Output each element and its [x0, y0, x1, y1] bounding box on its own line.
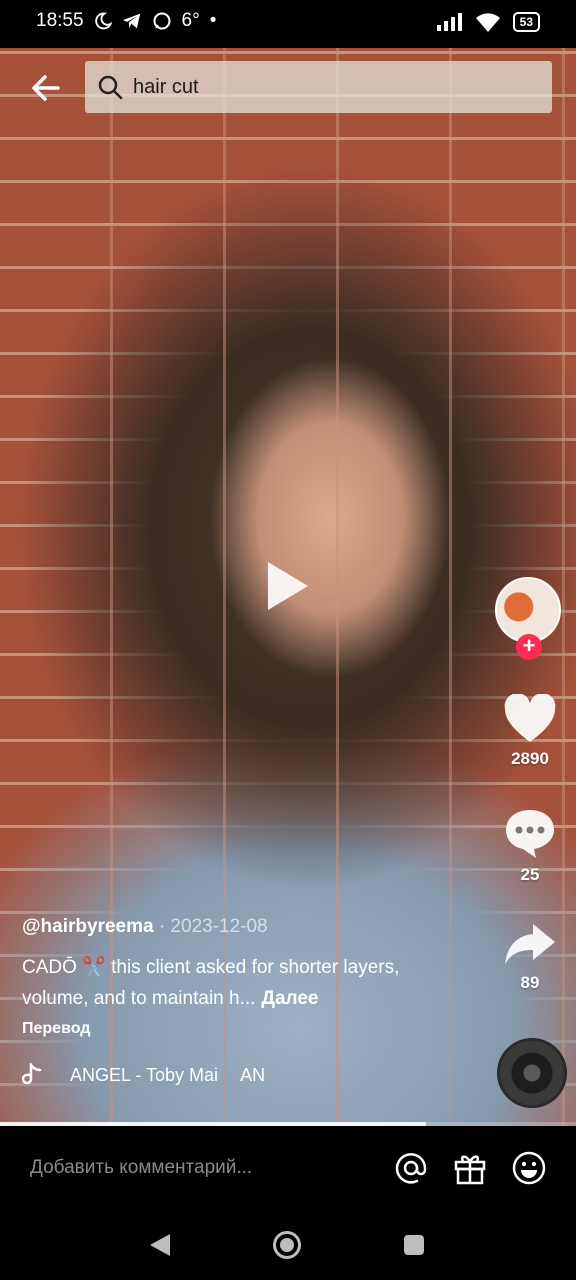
caption-text: CADŌ ✂️ this client asked for shorter la… — [22, 957, 400, 1009]
like-count: 2890 — [511, 749, 549, 768]
emoji-icon[interactable] — [511, 1150, 547, 1186]
share-count: 89 — [520, 973, 540, 992]
gift-icon[interactable] — [452, 1150, 488, 1186]
follow-button[interactable]: + — [516, 634, 542, 660]
play-icon[interactable] — [268, 562, 308, 610]
nav-recents-icon[interactable] — [403, 1234, 425, 1256]
signal-icon — [436, 13, 462, 31]
author-username[interactable]: @hairbyreema — [22, 916, 154, 937]
temperature: 6° — [181, 10, 200, 31]
notification-dot: • — [209, 10, 217, 31]
share-arrow-icon — [505, 924, 555, 964]
music-info[interactable]: ANGEL - Toby Mai AN — [22, 1063, 265, 1087]
music-disc[interactable] — [497, 1038, 567, 1108]
share-button[interactable]: 89 — [492, 920, 568, 993]
battery-indicator: 53 — [512, 12, 540, 32]
search-query: hair cut — [133, 75, 199, 98]
music-title-marquee: AN — [240, 1064, 266, 1085]
author-line[interactable]: @hairbyreema · 2023-12-08 — [22, 916, 268, 938]
heart-icon — [504, 693, 556, 742]
post-date: · 2023-12-08 — [158, 916, 268, 937]
wifi-icon — [475, 13, 500, 32]
moon-icon — [94, 12, 112, 30]
comment-bar: Добавить комментарий... — [0, 1126, 576, 1212]
mention-icon[interactable] — [393, 1150, 429, 1186]
comment-count: 25 — [520, 865, 540, 884]
video-caption: CADŌ ✂️ this client asked for shorter la… — [22, 952, 442, 1014]
comment-bubble-icon — [506, 810, 554, 858]
more-link[interactable]: Далее — [261, 988, 318, 1009]
nav-home-icon[interactable] — [272, 1230, 302, 1260]
comment-input[interactable]: Добавить комментарий... — [30, 1157, 252, 1179]
translate-link[interactable]: Перевод — [22, 1020, 90, 1038]
system-nav-bar — [0, 1212, 576, 1280]
telegram-icon — [122, 13, 140, 29]
back-arrow-icon[interactable] — [26, 68, 66, 108]
whatsapp-icon — [153, 12, 171, 30]
music-note-icon — [22, 1063, 42, 1085]
like-button[interactable]: 2890 — [492, 693, 568, 769]
search-icon — [98, 75, 123, 100]
nav-back-icon[interactable] — [148, 1232, 172, 1258]
clock: 18:55 — [36, 10, 84, 31]
music-title: ANGEL - Toby Mai — [70, 1064, 219, 1085]
comment-button[interactable]: 25 — [492, 806, 568, 885]
status-bar: 18:55 6° • 53 — [0, 0, 576, 48]
search-bar[interactable]: hair cut — [85, 61, 552, 113]
